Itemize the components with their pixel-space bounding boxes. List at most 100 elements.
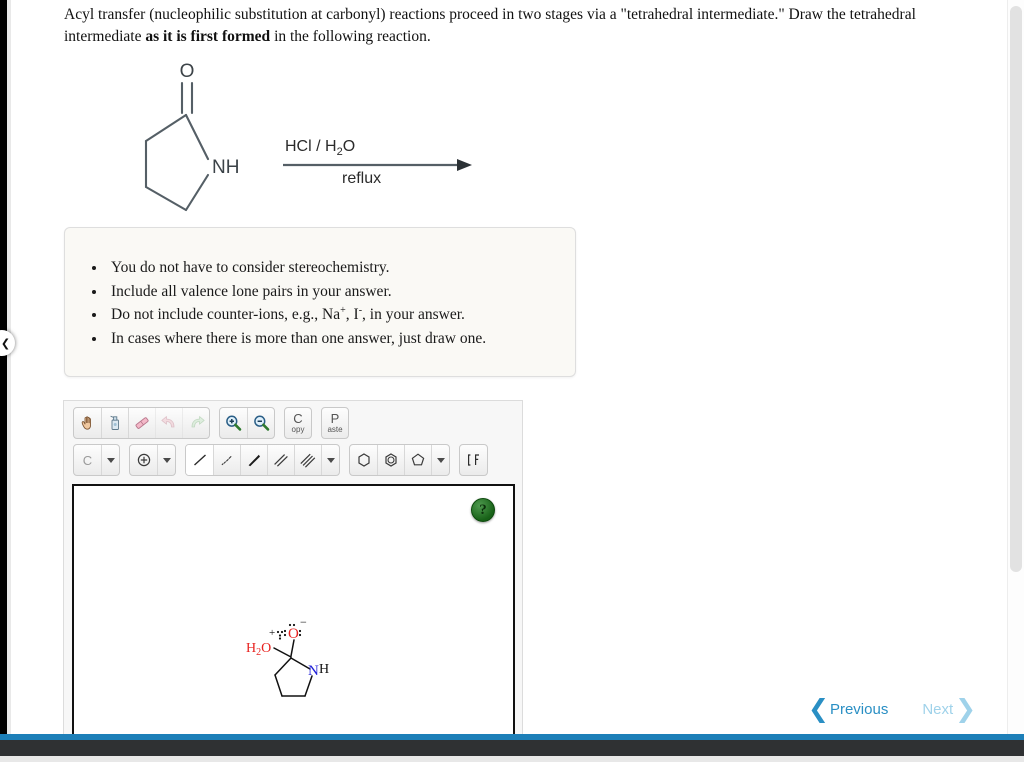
- oxyanion-label: O: [288, 626, 299, 642]
- pan-hand-tool-button[interactable]: [74, 408, 101, 438]
- chevron-down-icon: [106, 457, 115, 463]
- oxyanion-minus-charge: −: [300, 621, 307, 629]
- bond-dropdown-caret[interactable]: [321, 445, 339, 475]
- instruction-text: You do not have to consider stereochemis…: [111, 259, 390, 276]
- eraser-icon: [135, 417, 149, 429]
- next-button[interactable]: Next ❯: [922, 694, 977, 723]
- cond-top-b: O: [342, 138, 356, 155]
- pentagon-icon: [411, 453, 425, 466]
- chevron-down-icon: [326, 457, 335, 463]
- bottom-footer-bar: [0, 740, 1024, 756]
- benzene-ring-tool-button[interactable]: [377, 445, 404, 475]
- double-bond-icon: [274, 454, 288, 467]
- paste-button[interactable]: P aste: [321, 407, 349, 439]
- previous-label: Previous: [829, 701, 889, 718]
- hash-bond-icon: [221, 456, 232, 466]
- list-item: Include all valence lone pairs in your a…: [107, 280, 575, 304]
- hash-bond-tool-button[interactable]: [213, 445, 240, 475]
- triple-bond-icon: [300, 453, 316, 468]
- instruction-text: Do not include counter-ions, e.g., Na: [111, 306, 341, 324]
- left-rail: [0, 0, 7, 745]
- tool-group-charge: [129, 444, 176, 476]
- triple-bond-tool-button[interactable]: [294, 445, 321, 475]
- nitrogen-label: N: [308, 663, 319, 679]
- wedge-bond-tool-button[interactable]: [240, 445, 267, 475]
- undo-tool-button[interactable]: [155, 408, 182, 438]
- reaction-conditions-top: HCl / H2O: [285, 138, 355, 158]
- copy-button[interactable]: C opy: [284, 407, 312, 439]
- tool-group-bracket: [459, 444, 488, 476]
- scrollbar-thumb[interactable]: [1010, 6, 1022, 572]
- answer-structure-svg: H2O + O − N H: [246, 615, 329, 697]
- chevron-right-icon: ❯: [955, 694, 977, 723]
- cyclopentane-ring-tool-button[interactable]: [404, 445, 431, 475]
- tool-group-rings: [349, 444, 450, 476]
- element-dropdown-caret[interactable]: [101, 445, 119, 475]
- magnifier-minus-icon: [253, 415, 269, 431]
- list-item: In cases where there is more than one an…: [107, 327, 575, 351]
- ring-dropdown-caret[interactable]: [431, 445, 449, 475]
- carbon-element-button[interactable]: C: [74, 445, 101, 475]
- hexagon-icon: [357, 453, 370, 467]
- instruction-text-mid: , I: [345, 306, 359, 324]
- single-bond-icon: [193, 454, 206, 466]
- bottom-under-bar: [0, 756, 1024, 762]
- redo-arrow-icon: [191, 416, 205, 428]
- list-item: Do not include counter-ions, e.g., Na+, …: [107, 303, 575, 327]
- zoom-out-tool-button[interactable]: [247, 408, 274, 438]
- cyclohexane-ring-tool-button[interactable]: [350, 445, 377, 475]
- structure-editor-panel: C opy P aste C ? H2O + O − N H: [63, 400, 523, 745]
- hand-icon: [81, 416, 91, 430]
- carbon-element-label: C: [82, 452, 93, 468]
- undo-arrow-icon: [160, 416, 174, 428]
- single-bond-tool-button[interactable]: [186, 445, 213, 475]
- double-bond-tool-button[interactable]: [267, 445, 294, 475]
- nitrogen-hydrogen-label: H: [319, 662, 329, 677]
- charge-tool-button[interactable]: [130, 445, 157, 475]
- instructions-box: You do not have to consider stereochemis…: [64, 227, 576, 377]
- chevron-left-icon: ❮: [808, 694, 829, 723]
- drawing-canvas[interactable]: ? H2O + O − N H: [72, 484, 515, 739]
- question-page: ❮ Acyl transfer (nucleophilic substituti…: [0, 0, 1024, 762]
- chevron-left-icon: ❮: [0, 336, 11, 350]
- question-mark-icon: ?: [479, 501, 487, 518]
- page-scrollbar[interactable]: [1007, 0, 1024, 745]
- prompt-bold-phrase: as it is first formed: [145, 28, 271, 45]
- copy-label-initial: C: [293, 411, 303, 426]
- zoom-in-tool-button[interactable]: [220, 408, 247, 438]
- drawn-answer-structure: H2O + O − N H: [244, 615, 364, 721]
- editor-toolbar-bond: C: [64, 439, 522, 476]
- next-label: Next: [922, 701, 954, 718]
- circle-plus-icon: [137, 453, 150, 467]
- bracket-icon: [467, 454, 479, 466]
- question-prompt: Acyl transfer (nucleophilic substitution…: [64, 4, 946, 48]
- chevron-down-icon: [436, 457, 445, 463]
- redo-tool-button[interactable]: [182, 408, 209, 438]
- sidebar-collapse-handle[interactable]: ❮: [0, 330, 15, 356]
- chevron-down-icon: [162, 457, 171, 463]
- clear-spray-tool-button[interactable]: [101, 408, 128, 438]
- copy-label-rest: opy: [291, 425, 305, 434]
- tool-group-zoom: [219, 407, 275, 439]
- magnifier-plus-icon: [226, 415, 242, 431]
- instructions-list: You do not have to consider stereochemis…: [65, 256, 575, 350]
- editor-toolbar-top: C opy P aste: [64, 401, 522, 439]
- amine-nh-label: NH: [212, 157, 239, 178]
- bracket-template-tool-button[interactable]: [460, 445, 487, 475]
- spray-eraser-icon: [110, 415, 119, 430]
- instruction-text: Include all valence lone pairs in your a…: [111, 282, 392, 300]
- carbonyl-oxygen-label: O: [180, 61, 195, 82]
- eraser-tool-button[interactable]: [128, 408, 155, 438]
- question-navigation: ❮ Previous Next ❯: [808, 694, 977, 723]
- previous-button[interactable]: ❮ Previous: [808, 694, 889, 723]
- help-button[interactable]: ?: [471, 498, 495, 522]
- wedge-bond-icon: [248, 454, 260, 467]
- instruction-text-post: , in your answer.: [362, 306, 465, 324]
- charge-dropdown-caret[interactable]: [157, 445, 175, 475]
- tool-group-bonds: [185, 444, 340, 476]
- benzene-ring-icon: [385, 453, 397, 467]
- water-plus-charge: +: [269, 627, 275, 639]
- left-rail-inner: [7, 0, 11, 745]
- cond-top-a: HCl / H: [285, 138, 337, 155]
- instruction-text: In cases where there is more than one an…: [111, 329, 487, 347]
